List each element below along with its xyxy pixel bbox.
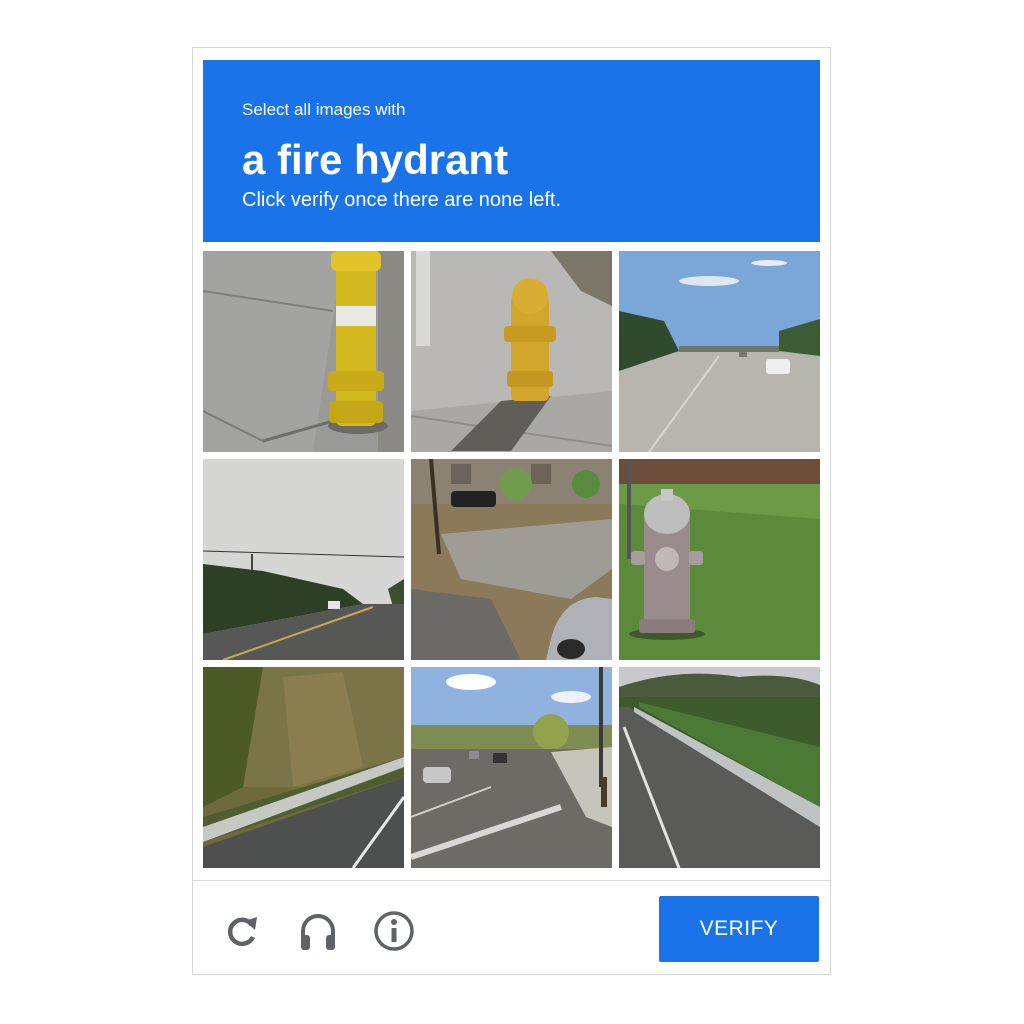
- recaptcha-challenge: Select all images with a fire hydrant Cl…: [192, 47, 831, 975]
- challenge-header: Select all images with a fire hydrant Cl…: [203, 60, 820, 242]
- image-tile-8[interactable]: [411, 667, 612, 868]
- info-icon[interactable]: [372, 909, 416, 953]
- challenge-footer: VERIFY: [193, 880, 830, 976]
- image-tile-9[interactable]: [619, 667, 820, 868]
- image-tile-1[interactable]: [203, 251, 404, 452]
- image-grid: [203, 251, 820, 868]
- image-tile-5[interactable]: [411, 459, 612, 660]
- target-object: a fire hydrant: [242, 136, 509, 183]
- image-tile-7[interactable]: [203, 667, 404, 868]
- headphones-icon[interactable]: [296, 909, 340, 953]
- instruction-text: Select all images with: [242, 100, 406, 119]
- verify-button[interactable]: VERIFY: [659, 896, 819, 962]
- image-tile-4[interactable]: [203, 459, 404, 660]
- image-tile-2[interactable]: [411, 251, 612, 452]
- reload-icon[interactable]: [219, 909, 263, 953]
- image-tile-3[interactable]: [619, 251, 820, 452]
- image-tile-6[interactable]: [619, 459, 820, 660]
- instruction-subtext: Click verify once there are none left.: [242, 189, 562, 211]
